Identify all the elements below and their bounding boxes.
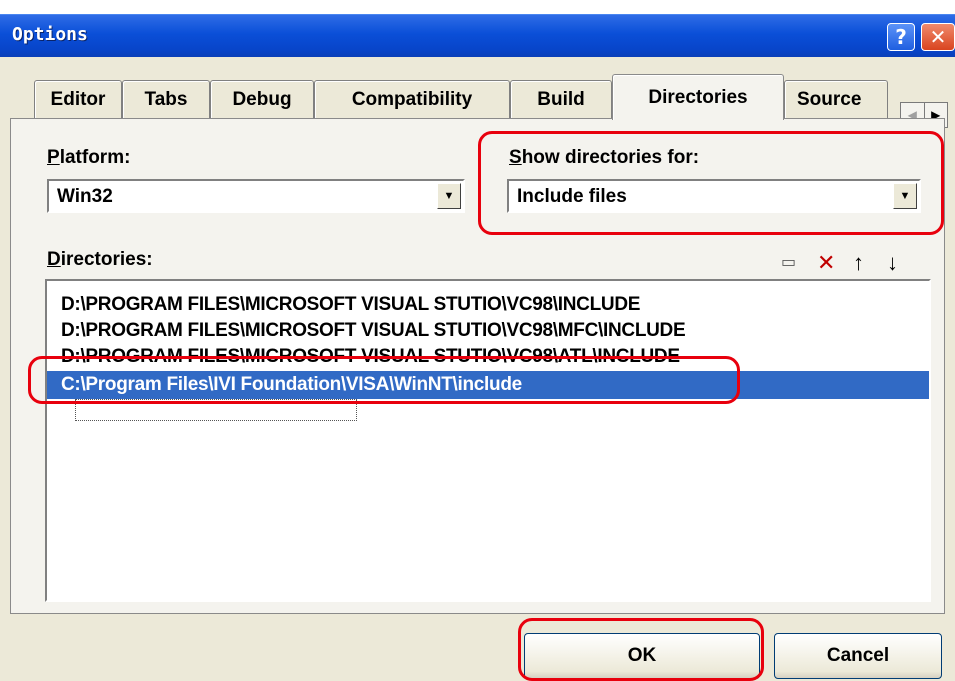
move-up-icon[interactable]: ↑ <box>853 251 864 275</box>
platform-select[interactable]: Win32 ▼ <box>47 179 465 213</box>
help-button[interactable]: ? <box>887 23 915 51</box>
chevron-down-icon: ▼ <box>899 190 911 202</box>
platform-label: Platform: <box>47 147 131 168</box>
window-title: Options <box>12 24 88 45</box>
list-item-selected[interactable]: C:\Program Files\IVI Foundation\VISA\Win… <box>47 371 929 399</box>
show-directories-dropdown-button[interactable]: ▼ <box>893 183 917 209</box>
platform-value: Win32 <box>57 186 113 207</box>
new-folder-icon[interactable]: ▭ <box>781 251 796 275</box>
show-directories-value: Include files <box>517 186 627 207</box>
close-button[interactable]: ✕ <box>921 23 955 51</box>
list-item[interactable]: D:\PROGRAM FILES\MICROSOFT VISUAL STUTIO… <box>47 291 929 319</box>
directory-toolbar: ▭ ✕ ↑ ↓ <box>781 251 931 275</box>
chevron-down-icon: ▼ <box>443 190 455 202</box>
tab-source[interactable]: Source <box>784 80 888 118</box>
cancel-button[interactable]: Cancel <box>774 633 942 679</box>
move-down-icon[interactable]: ↓ <box>887 251 898 275</box>
tab-compatibility[interactable]: Compatibility <box>314 80 510 118</box>
tab-tabs[interactable]: Tabs <box>122 80 210 118</box>
directories-list[interactable]: D:\PROGRAM FILES\MICROSOFT VISUAL STUTIO… <box>45 279 931 602</box>
directories-label: Directories: <box>47 249 153 270</box>
show-directories-select[interactable]: Include files ▼ <box>507 179 921 213</box>
delete-icon[interactable]: ✕ <box>817 251 835 275</box>
show-directories-label: Show directories for: <box>509 147 700 168</box>
tab-debug[interactable]: Debug <box>210 80 314 118</box>
directories-panel: Platform: Win32 ▼ Show directories for: … <box>10 118 945 614</box>
ok-button[interactable]: OK <box>524 633 760 679</box>
help-icon: ? <box>895 25 907 49</box>
platform-dropdown-button[interactable]: ▼ <box>437 183 461 209</box>
tab-editor[interactable]: Editor <box>34 80 122 118</box>
title-bar[interactable]: Options ? ✕ <box>0 14 955 57</box>
list-item[interactable]: D:\PROGRAM FILES\MICROSOFT VISUAL STUTIO… <box>47 317 929 345</box>
close-icon: ✕ <box>929 25 947 49</box>
list-item[interactable]: D:\PROGRAM FILES\MICROSOFT VISUAL STUTIO… <box>47 343 929 371</box>
options-dialog: Options ? ✕ Editor Tabs Debug Compatibil… <box>0 14 955 681</box>
tab-build[interactable]: Build <box>510 80 612 118</box>
new-entry-placeholder[interactable] <box>75 399 357 421</box>
tab-directories[interactable]: Directories <box>612 74 784 120</box>
